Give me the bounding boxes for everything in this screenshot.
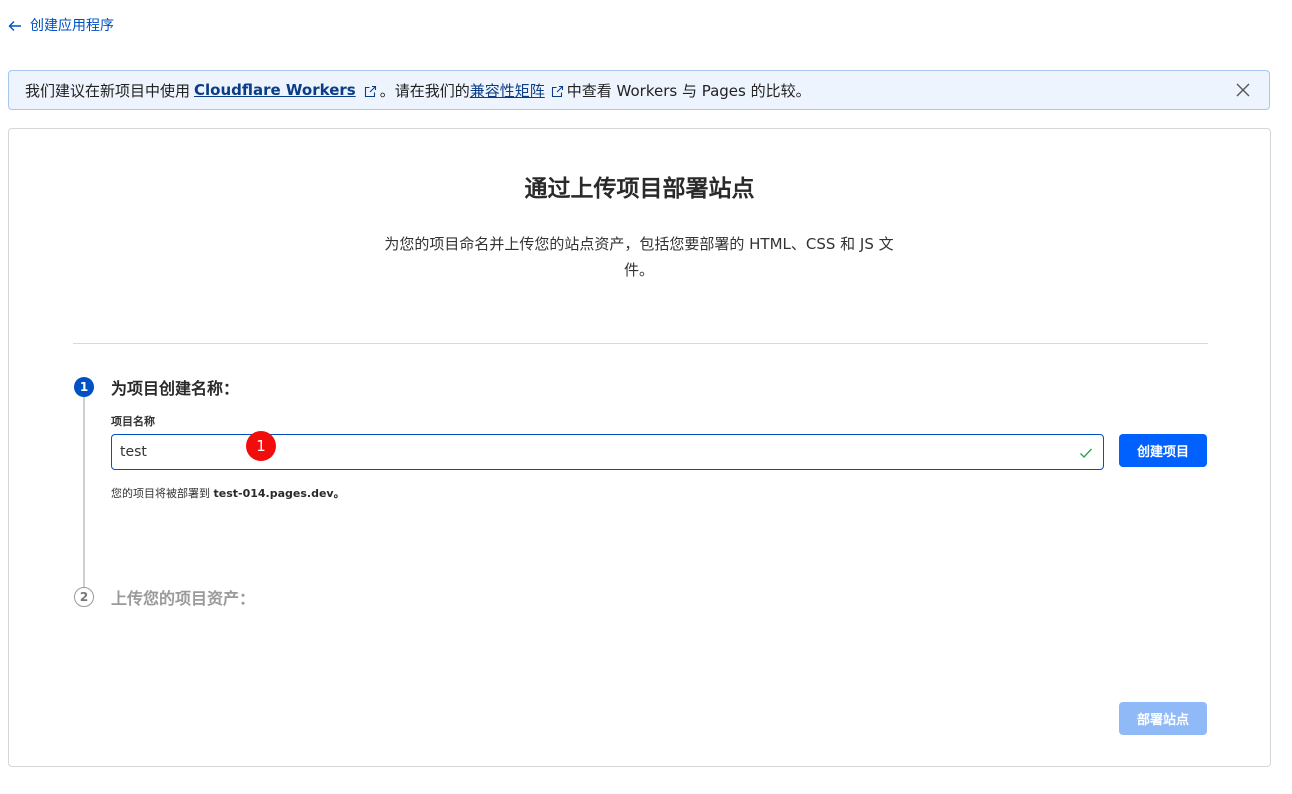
- step-2-badge: 2: [74, 587, 94, 607]
- back-link[interactable]: 创建应用程序: [8, 16, 114, 36]
- compatibility-matrix-link[interactable]: 兼容性矩阵: [470, 80, 545, 101]
- workers-recommendation-banner: 我们建议在新项目中使用 Cloudflare Workers 。请在我们的 兼容…: [8, 70, 1270, 110]
- banner-close-button[interactable]: [1233, 80, 1253, 100]
- step-1-badge: 1: [74, 377, 94, 397]
- deploy-site-button[interactable]: 部署站点: [1119, 702, 1207, 735]
- annotation-marker: 1: [246, 431, 276, 461]
- external-link-icon: [551, 84, 564, 97]
- external-link-icon: [364, 84, 377, 97]
- deploy-url-helper: 您的项目将被部署到 test-014.pages.dev。: [111, 485, 345, 501]
- step-1-title: 为项目创建名称：: [111, 379, 240, 398]
- step-2-title: 上传您的项目资产：: [111, 589, 256, 608]
- page-subtitle: 为您的项目命名并上传您的站点资产，包括您要部署的 HTML、CSS 和 JS 文…: [384, 235, 894, 279]
- arrow-left-icon: [8, 19, 22, 33]
- helper-prefix: 您的项目将被部署到: [111, 487, 210, 500]
- page: 创建应用程序 我们建议在新项目中使用 Cloudflare Workers 。请…: [0, 0, 1292, 794]
- banner-text-2: 。请在我们的: [379, 81, 470, 100]
- page-title: 通过上传项目部署站点: [524, 176, 755, 202]
- helper-domain: test-014.pages.dev。: [213, 487, 345, 500]
- project-name-label: 项目名称: [111, 415, 155, 428]
- step-connector-line: [83, 397, 85, 589]
- deploy-card: 通过上传项目部署站点 为您的项目命名并上传您的站点资产，包括您要部署的 HTML…: [8, 128, 1271, 767]
- back-link-label: 创建应用程序: [30, 18, 114, 34]
- checkmark-icon: [1080, 448, 1093, 459]
- cloudflare-workers-link[interactable]: Cloudflare Workers: [194, 81, 356, 99]
- banner-text-3: 中查看 Workers 与 Pages 的比较。: [566, 81, 811, 100]
- close-icon: [1236, 83, 1250, 97]
- banner-text-1: 我们建议在新项目中使用: [25, 81, 191, 100]
- divider: [73, 343, 1208, 344]
- create-project-button[interactable]: 创建项目: [1119, 434, 1207, 467]
